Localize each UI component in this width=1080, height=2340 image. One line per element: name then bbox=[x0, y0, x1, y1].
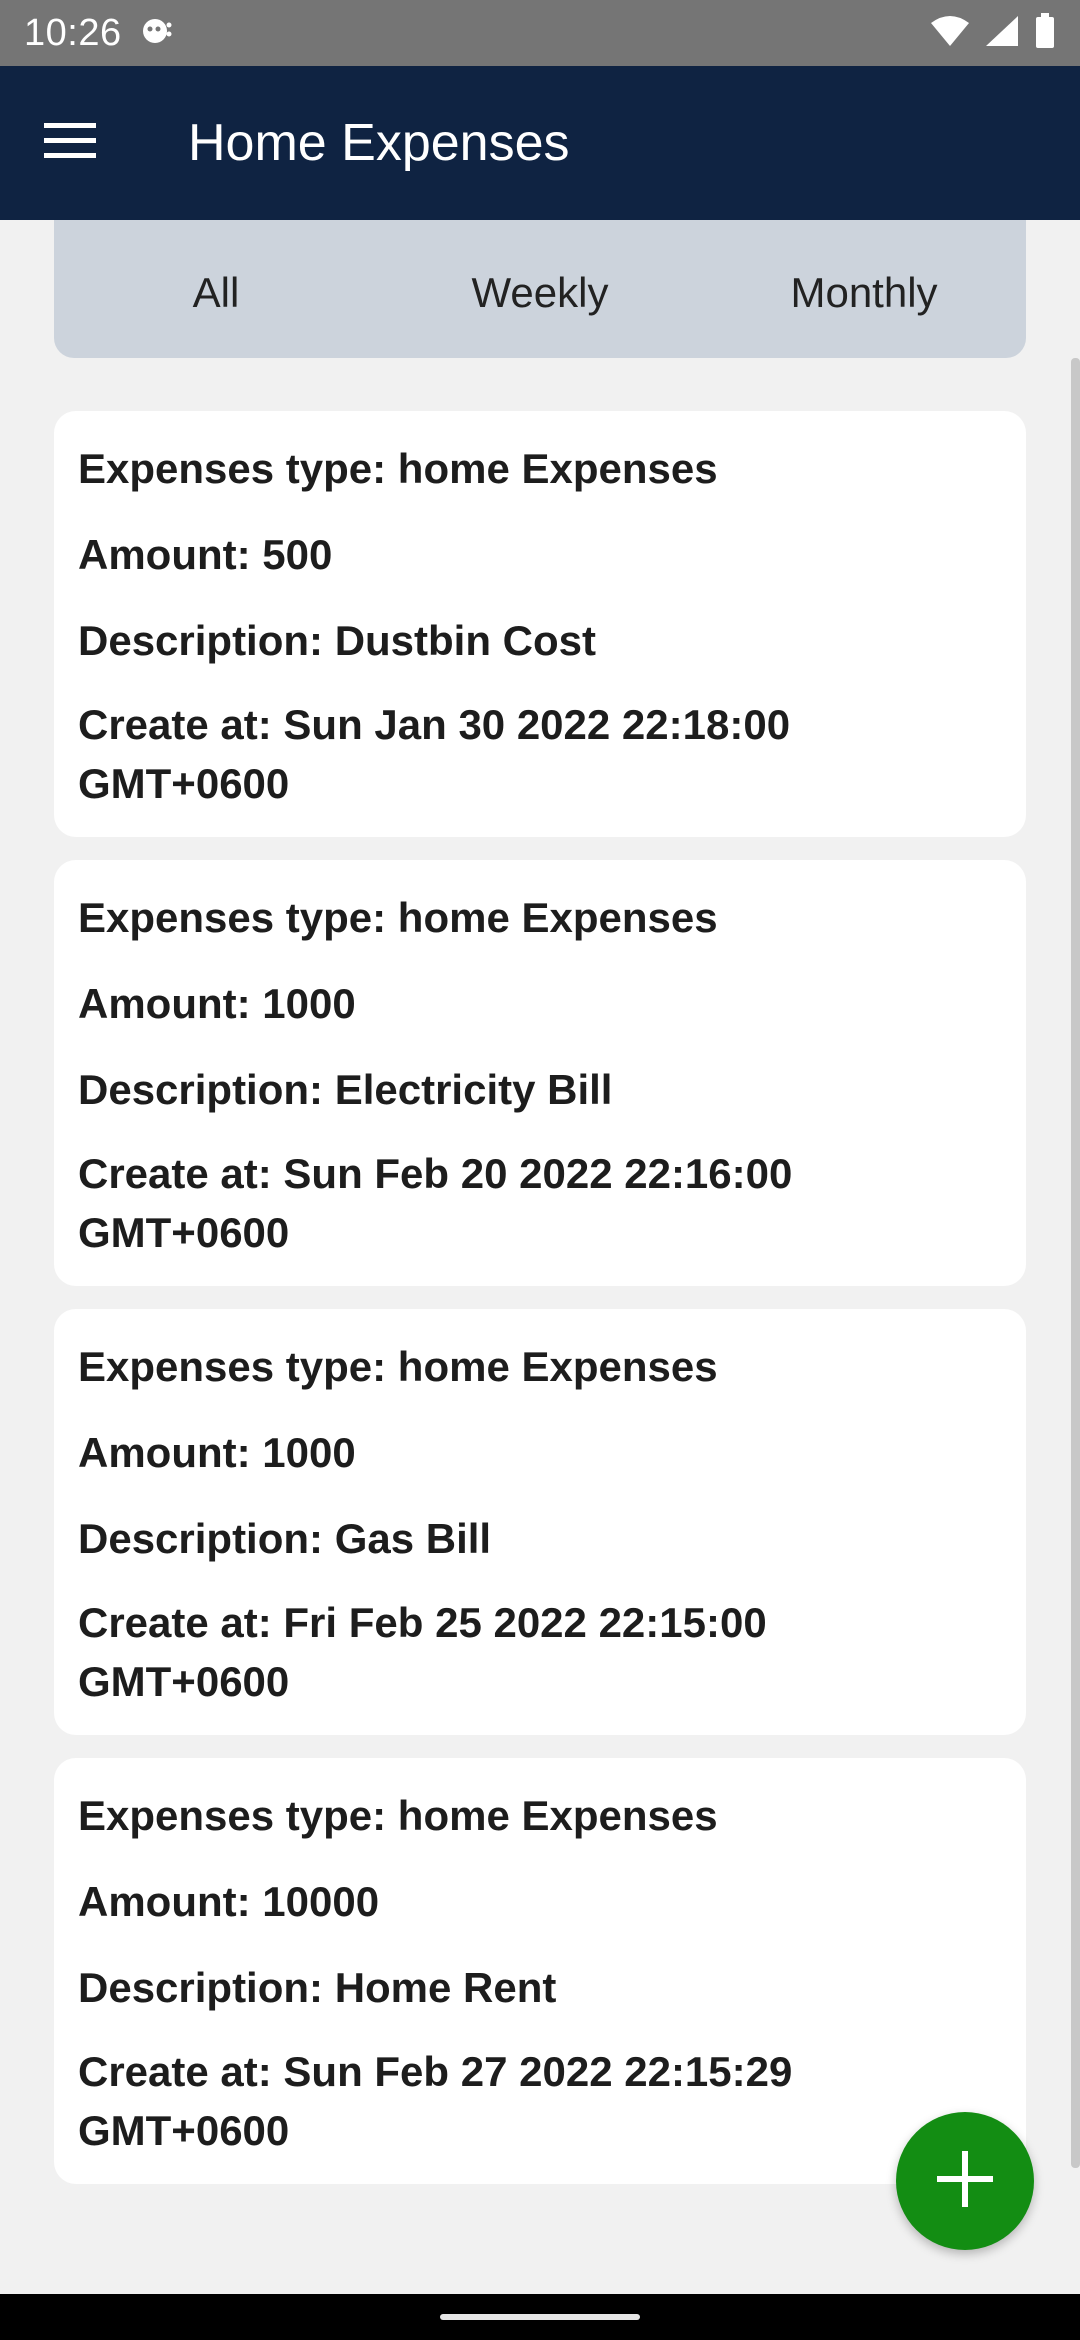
expense-card[interactable]: Expenses type: home Expenses Amount: 500… bbox=[54, 411, 1026, 837]
menu-button[interactable] bbox=[0, 66, 140, 220]
expense-description: Description: Electricity Bill bbox=[78, 1066, 613, 1113]
scrollbar[interactable] bbox=[1071, 358, 1080, 2168]
plus-icon bbox=[935, 2149, 995, 2214]
expense-type: Expenses type: home Expenses bbox=[78, 894, 718, 941]
expense-amount: Amount: 1000 bbox=[78, 980, 356, 1027]
expense-card[interactable]: Expenses type: home Expenses Amount: 100… bbox=[54, 1758, 1026, 2184]
expense-card[interactable]: Expenses type: home Expenses Amount: 100… bbox=[54, 860, 1026, 1286]
expense-card[interactable]: Expenses type: home Expenses Amount: 100… bbox=[54, 1309, 1026, 1735]
expense-description: Description: Dustbin Cost bbox=[78, 617, 597, 664]
expense-created-at: Create at: Sun Feb 20 2022 22:16:00 GMT+… bbox=[78, 1150, 793, 1256]
status-time: 10:26 bbox=[24, 11, 122, 54]
filter-tabs: All Weekly Monthly bbox=[54, 220, 1026, 358]
expense-type: Expenses type: home Expenses bbox=[78, 1343, 718, 1390]
expense-created-at: Create at: Sun Jan 30 2022 22:18:00 GMT+… bbox=[78, 701, 791, 807]
expense-created-at: Create at: Fri Feb 25 2022 22:15:00 GMT+… bbox=[78, 1599, 767, 1705]
home-gesture-bar[interactable] bbox=[440, 2314, 640, 2320]
expense-type: Expenses type: home Expenses bbox=[78, 445, 718, 492]
expense-type: Expenses type: home Expenses bbox=[78, 1792, 718, 1839]
hamburger-menu-icon bbox=[44, 121, 96, 166]
battery-icon bbox=[1034, 12, 1056, 54]
app-bar: Home Expenses bbox=[0, 66, 1080, 220]
signal-icon bbox=[984, 14, 1020, 53]
wifi-icon bbox=[930, 15, 970, 52]
status-left: 10:26 bbox=[24, 12, 176, 55]
screen: 10:26 Home Expenses All Weekly Monthly E… bbox=[0, 0, 1080, 2340]
expense-amount: Amount: 500 bbox=[78, 531, 333, 578]
tab-weekly[interactable]: Weekly bbox=[378, 261, 702, 317]
expense-amount: Amount: 1000 bbox=[78, 1429, 356, 1476]
expense-description: Description: Home Rent bbox=[78, 1964, 557, 2011]
expense-description: Description: Gas Bill bbox=[78, 1515, 492, 1562]
notification-icon bbox=[140, 16, 176, 51]
tab-monthly[interactable]: Monthly bbox=[702, 261, 1026, 317]
expense-created-at: Create at: Sun Feb 27 2022 22:15:29 GMT+… bbox=[78, 2048, 793, 2154]
page-title: Home Expenses bbox=[188, 114, 570, 172]
navigation-bar bbox=[0, 2294, 1080, 2340]
expense-amount: Amount: 10000 bbox=[78, 1878, 380, 1925]
status-bar: 10:26 bbox=[0, 0, 1080, 66]
status-right bbox=[930, 12, 1056, 54]
tab-all[interactable]: All bbox=[54, 261, 378, 317]
add-expense-button[interactable] bbox=[896, 2112, 1034, 2250]
